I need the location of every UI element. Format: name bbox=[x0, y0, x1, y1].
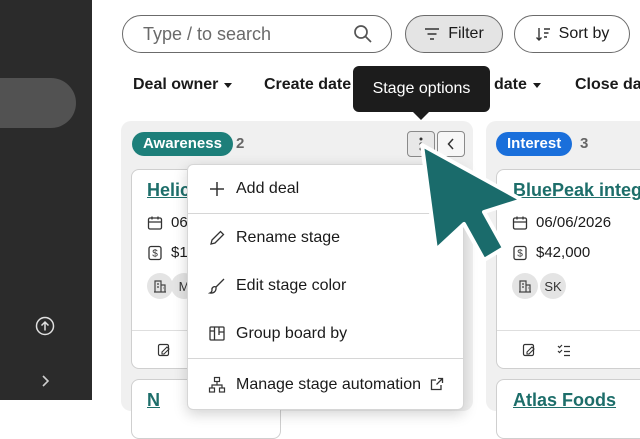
deal-date: 06 bbox=[171, 214, 188, 231]
deal-amount: $42,000 bbox=[536, 244, 591, 261]
sort-icon bbox=[535, 28, 550, 41]
deal-title-link[interactable]: Helic bbox=[147, 180, 190, 201]
menu-item-group-board-by[interactable]: Group board by bbox=[188, 310, 463, 358]
menu-divider bbox=[188, 358, 463, 359]
checklist-icon[interactable] bbox=[557, 343, 571, 357]
svg-text:$: $ bbox=[152, 248, 158, 259]
deal-title-link[interactable]: BluePeak integ bbox=[513, 180, 640, 201]
card-footer bbox=[497, 330, 640, 331]
search-box[interactable] bbox=[122, 15, 392, 53]
chevron-down-icon bbox=[532, 82, 541, 88]
menu-item-label: Add deal bbox=[236, 180, 300, 197]
stage-options-tooltip: Stage options bbox=[353, 66, 490, 120]
money-icon: $ bbox=[148, 245, 162, 260]
search-icon bbox=[354, 25, 372, 43]
filter-icon bbox=[425, 28, 440, 40]
facet-label: Create date bbox=[264, 76, 352, 93]
external-link-icon bbox=[430, 377, 444, 391]
menu-item-label: Edit stage color bbox=[236, 277, 347, 294]
menu-item-label: Rename stage bbox=[236, 229, 341, 246]
facet-close-date[interactable]: Close date bbox=[575, 76, 640, 94]
note-icon[interactable] bbox=[157, 343, 171, 357]
chevron-down-icon bbox=[224, 82, 233, 88]
deal-title-link[interactable]: Atlas Foods bbox=[513, 390, 616, 411]
upload-icon[interactable] bbox=[34, 315, 56, 337]
avatar[interactable]: SK bbox=[540, 273, 566, 299]
search-input[interactable] bbox=[143, 22, 343, 46]
stage-count: 3 bbox=[580, 135, 589, 152]
filter-button[interactable]: Filter bbox=[405, 15, 503, 53]
facet-label: date bbox=[494, 76, 527, 93]
company-icon bbox=[147, 273, 173, 299]
deal-date-row: 06 bbox=[147, 214, 188, 231]
menu-item-label: Group board by bbox=[236, 325, 348, 342]
sidebar bbox=[0, 0, 92, 400]
facet-create-date[interactable]: Create date bbox=[264, 76, 351, 94]
deal-amount-row: $ $1 bbox=[147, 244, 188, 261]
sort-button[interactable]: Sort by bbox=[514, 15, 630, 53]
stage-badge: Awareness bbox=[132, 132, 233, 156]
menu-item-manage-stage-automation[interactable]: Manage stage automation bbox=[188, 361, 463, 409]
deal-date: 06/06/2026 bbox=[536, 214, 612, 231]
menu-item-edit-stage-color[interactable]: Edit stage color bbox=[188, 262, 463, 310]
facet-label: Close date bbox=[575, 76, 640, 93]
deal-title-link[interactable]: N bbox=[147, 390, 160, 411]
menu-item-label: Manage stage automation bbox=[236, 376, 422, 393]
cursor-arrow-icon bbox=[420, 143, 524, 262]
calendar-icon bbox=[147, 216, 163, 230]
facet-bar: Deal owner Create date date Close date bbox=[0, 76, 640, 96]
deal-amount: $1 bbox=[171, 244, 188, 261]
deal-card[interactable]: Atlas Foods bbox=[496, 379, 640, 439]
stage-count: 2 bbox=[236, 135, 245, 152]
automation-icon bbox=[208, 376, 226, 393]
expand-sidebar-icon[interactable] bbox=[34, 370, 56, 392]
facet-deal-owner[interactable]: Deal owner bbox=[133, 76, 233, 94]
board-icon bbox=[209, 326, 225, 341]
company-icon bbox=[512, 273, 538, 299]
sort-label: Sort by bbox=[558, 25, 610, 42]
deal-assignees: SK bbox=[512, 273, 566, 299]
facet-label: Deal owner bbox=[133, 76, 219, 93]
facet-date[interactable]: date bbox=[494, 76, 541, 94]
filter-label: Filter bbox=[448, 25, 484, 42]
pencil-icon bbox=[210, 230, 225, 245]
brush-icon bbox=[208, 278, 225, 294]
note-icon[interactable] bbox=[522, 343, 536, 357]
plus-icon bbox=[210, 182, 224, 196]
